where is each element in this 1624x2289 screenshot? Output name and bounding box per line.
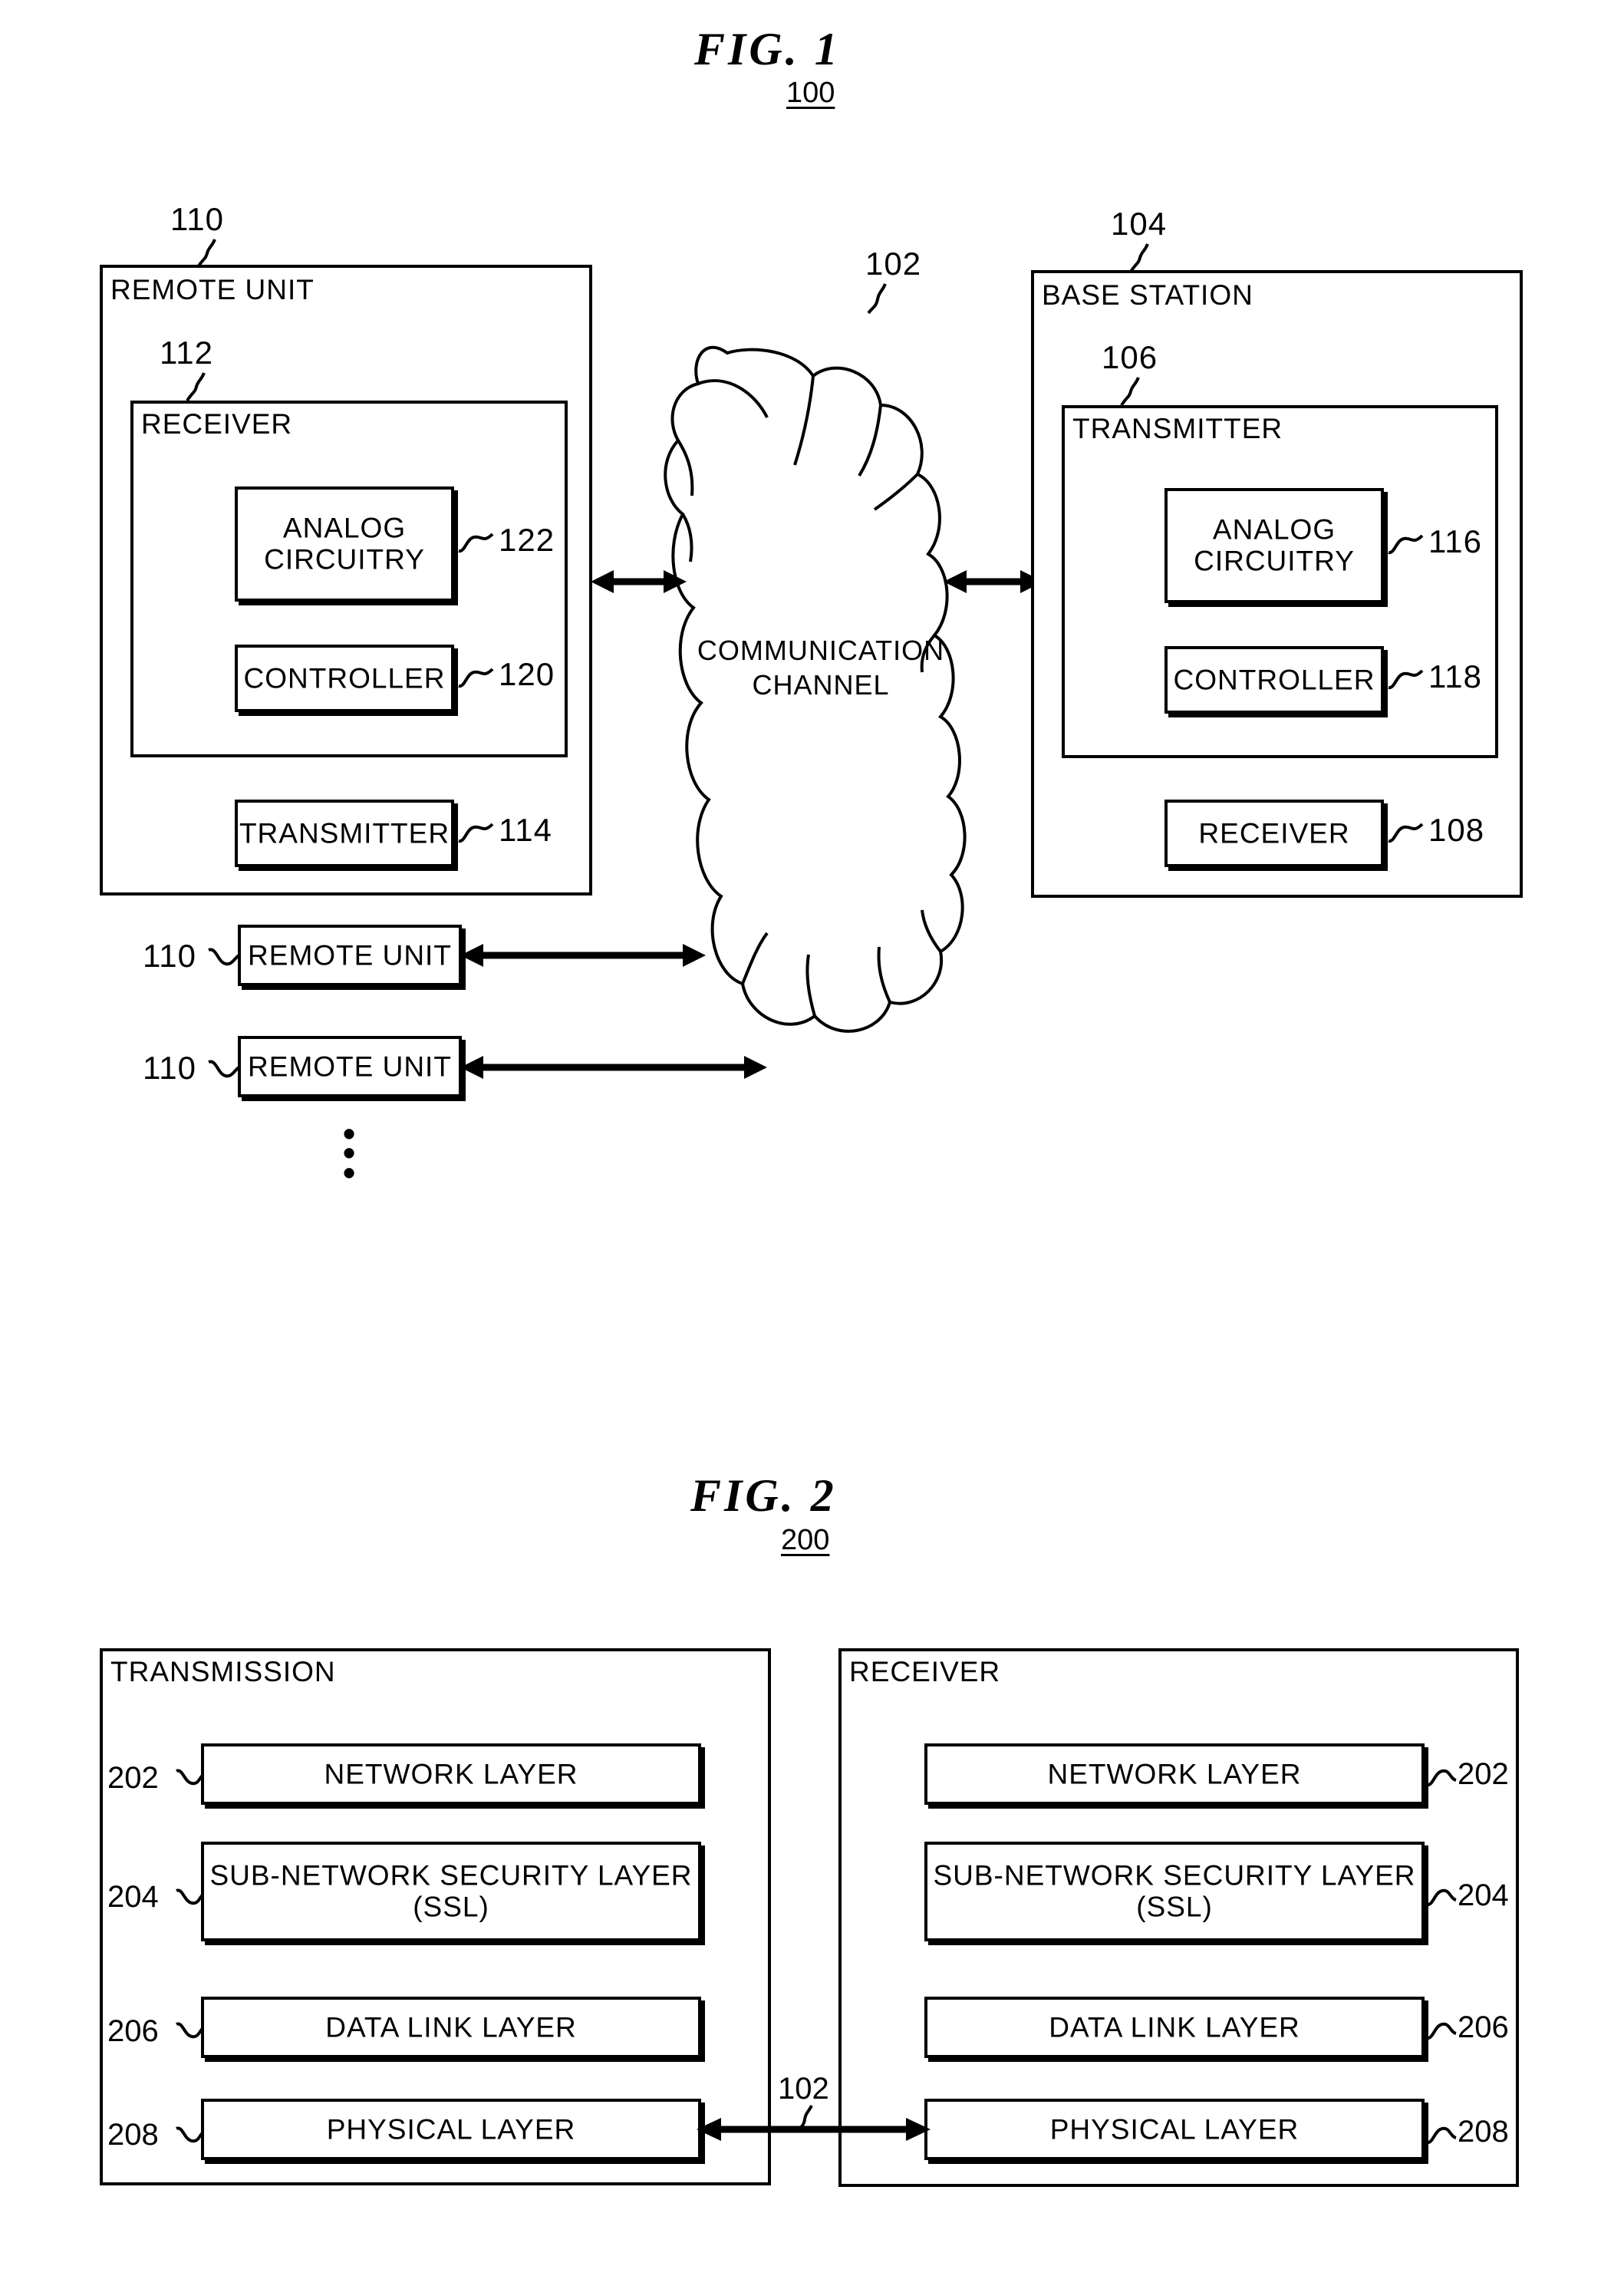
remote-controller-label: CONTROLLER <box>243 662 446 694</box>
patent-drawing-sheet: FIG. 1 100 110 REMOTE UNIT 112 RECEIVER … <box>0 0 1624 2289</box>
vertical-ellipsis: • • • <box>342 1113 356 1192</box>
tx-ssl-layer-label: SUB-NETWORK SECURITY LAYER (SSL) <box>209 1859 693 1923</box>
ref-202-network-layer-tx: 202 <box>107 1761 159 1795</box>
rx-network-layer-box: NETWORK LAYER <box>924 1743 1425 1805</box>
remote-unit-label-2: REMOTE UNIT <box>248 939 452 971</box>
ref-104-base-station: 104 <box>1111 206 1168 242</box>
remote-analog-circuitry-label: ANALOG CIRCUITRY <box>264 512 425 576</box>
tx-data-link-layer-box: DATA LINK LAYER <box>201 1997 701 2058</box>
ref-120-controller: 120 <box>499 656 555 692</box>
remote-unit-box-2: REMOTE UNIT <box>238 925 462 986</box>
figure-2-number: 200 <box>781 1524 830 1556</box>
arrow-remote-unit-to-channel <box>591 570 687 593</box>
receiver-title: RECEIVER <box>849 1656 1001 1687</box>
ref-206-data-link-layer-tx: 206 <box>107 2014 159 2048</box>
remote-analog-circuitry-box: ANALOG CIRCUITRY <box>235 486 454 602</box>
ref-106-transmitter: 106 <box>1102 339 1158 375</box>
ref-102-communication-channel: 102 <box>865 246 922 282</box>
tx-network-layer-label: NETWORK LAYER <box>324 1758 578 1790</box>
arrow-channel-to-base-station <box>944 570 1043 593</box>
remote-controller-box: CONTROLLER <box>235 645 454 712</box>
base-station-title: BASE STATION <box>1042 279 1253 311</box>
figure-1-title: FIG. 1 <box>694 24 841 74</box>
tx-network-layer-box: NETWORK LAYER <box>201 1743 701 1805</box>
ref-110-remote-unit: 110 <box>170 201 224 237</box>
ref-204-ssl-layer-rx: 204 <box>1458 1878 1509 1912</box>
arrow-remote-unit-3-to-channel <box>460 1056 767 1079</box>
transmission-title: TRANSMISSION <box>110 1656 336 1687</box>
arrow-remote-unit-2-to-channel <box>460 944 706 967</box>
rx-data-link-layer-label: DATA LINK LAYER <box>1049 2011 1300 2043</box>
base-transmitter-title: TRANSMITTER <box>1072 413 1283 444</box>
rx-ssl-layer-label: SUB-NETWORK SECURITY LAYER (SSL) <box>933 1859 1416 1923</box>
ref-202-network-layer-rx: 202 <box>1458 1757 1509 1791</box>
ref-110-remote-unit-3: 110 <box>143 1050 196 1086</box>
remote-unit-title: REMOTE UNIT <box>110 274 315 305</box>
leader-line-102-fig2 <box>795 2105 813 2133</box>
rx-ssl-layer-box: SUB-NETWORK SECURITY LAYER (SSL) <box>924 1842 1425 1941</box>
rx-network-layer-label: NETWORK LAYER <box>1047 1758 1302 1790</box>
ref-110-remote-unit-2: 110 <box>143 938 196 974</box>
base-receiver-box: RECEIVER <box>1164 800 1384 867</box>
tx-physical-layer-label: PHYSICAL LAYER <box>326 2113 576 2146</box>
ref-116-analog-circuitry: 116 <box>1428 523 1482 559</box>
rx-physical-layer-label: PHYSICAL LAYER <box>1049 2113 1300 2146</box>
ref-208-physical-layer-rx: 208 <box>1458 2115 1509 2149</box>
ref-206-data-link-layer-rx: 206 <box>1458 2010 1509 2044</box>
ref-112-receiver: 112 <box>160 335 213 371</box>
rx-data-link-layer-box: DATA LINK LAYER <box>924 1997 1425 2058</box>
communication-channel-label: COMMUNICATION CHANNEL <box>697 635 945 701</box>
base-controller-box: CONTROLLER <box>1164 646 1384 714</box>
ref-108-receiver: 108 <box>1428 812 1485 848</box>
remote-unit-box-3: REMOTE UNIT <box>238 1036 462 1097</box>
tx-ssl-layer-box: SUB-NETWORK SECURITY LAYER (SSL) <box>201 1842 701 1941</box>
rx-physical-layer-box: PHYSICAL LAYER <box>924 2099 1425 2160</box>
remote-transmitter-label: TRANSMITTER <box>239 817 450 849</box>
ref-122-analog-circuitry: 122 <box>499 522 555 558</box>
base-analog-circuitry-box: ANALOG CIRCUITRY <box>1164 488 1384 603</box>
remote-transmitter-box: TRANSMITTER <box>235 800 454 867</box>
ref-208-physical-layer-tx: 208 <box>107 2118 159 2152</box>
base-receiver-label: RECEIVER <box>1198 817 1350 849</box>
ref-118-controller: 118 <box>1428 658 1482 694</box>
leader-line-102 <box>867 283 887 315</box>
base-analog-circuitry-label: ANALOG CIRCUITRY <box>1194 513 1355 577</box>
tx-data-link-layer-label: DATA LINK LAYER <box>325 2011 577 2043</box>
figure-1-number: 100 <box>786 77 835 109</box>
ref-102-channel-fig2: 102 <box>778 2072 829 2106</box>
remote-receiver-title: RECEIVER <box>141 408 293 440</box>
tx-physical-layer-box: PHYSICAL LAYER <box>201 2099 701 2160</box>
ref-204-ssl-layer-tx: 204 <box>107 1880 159 1914</box>
base-controller-label: CONTROLLER <box>1173 664 1375 696</box>
figure-2-title: FIG. 2 <box>690 1470 837 1521</box>
ref-114-transmitter: 114 <box>499 812 552 848</box>
remote-unit-label-3: REMOTE UNIT <box>248 1050 452 1083</box>
